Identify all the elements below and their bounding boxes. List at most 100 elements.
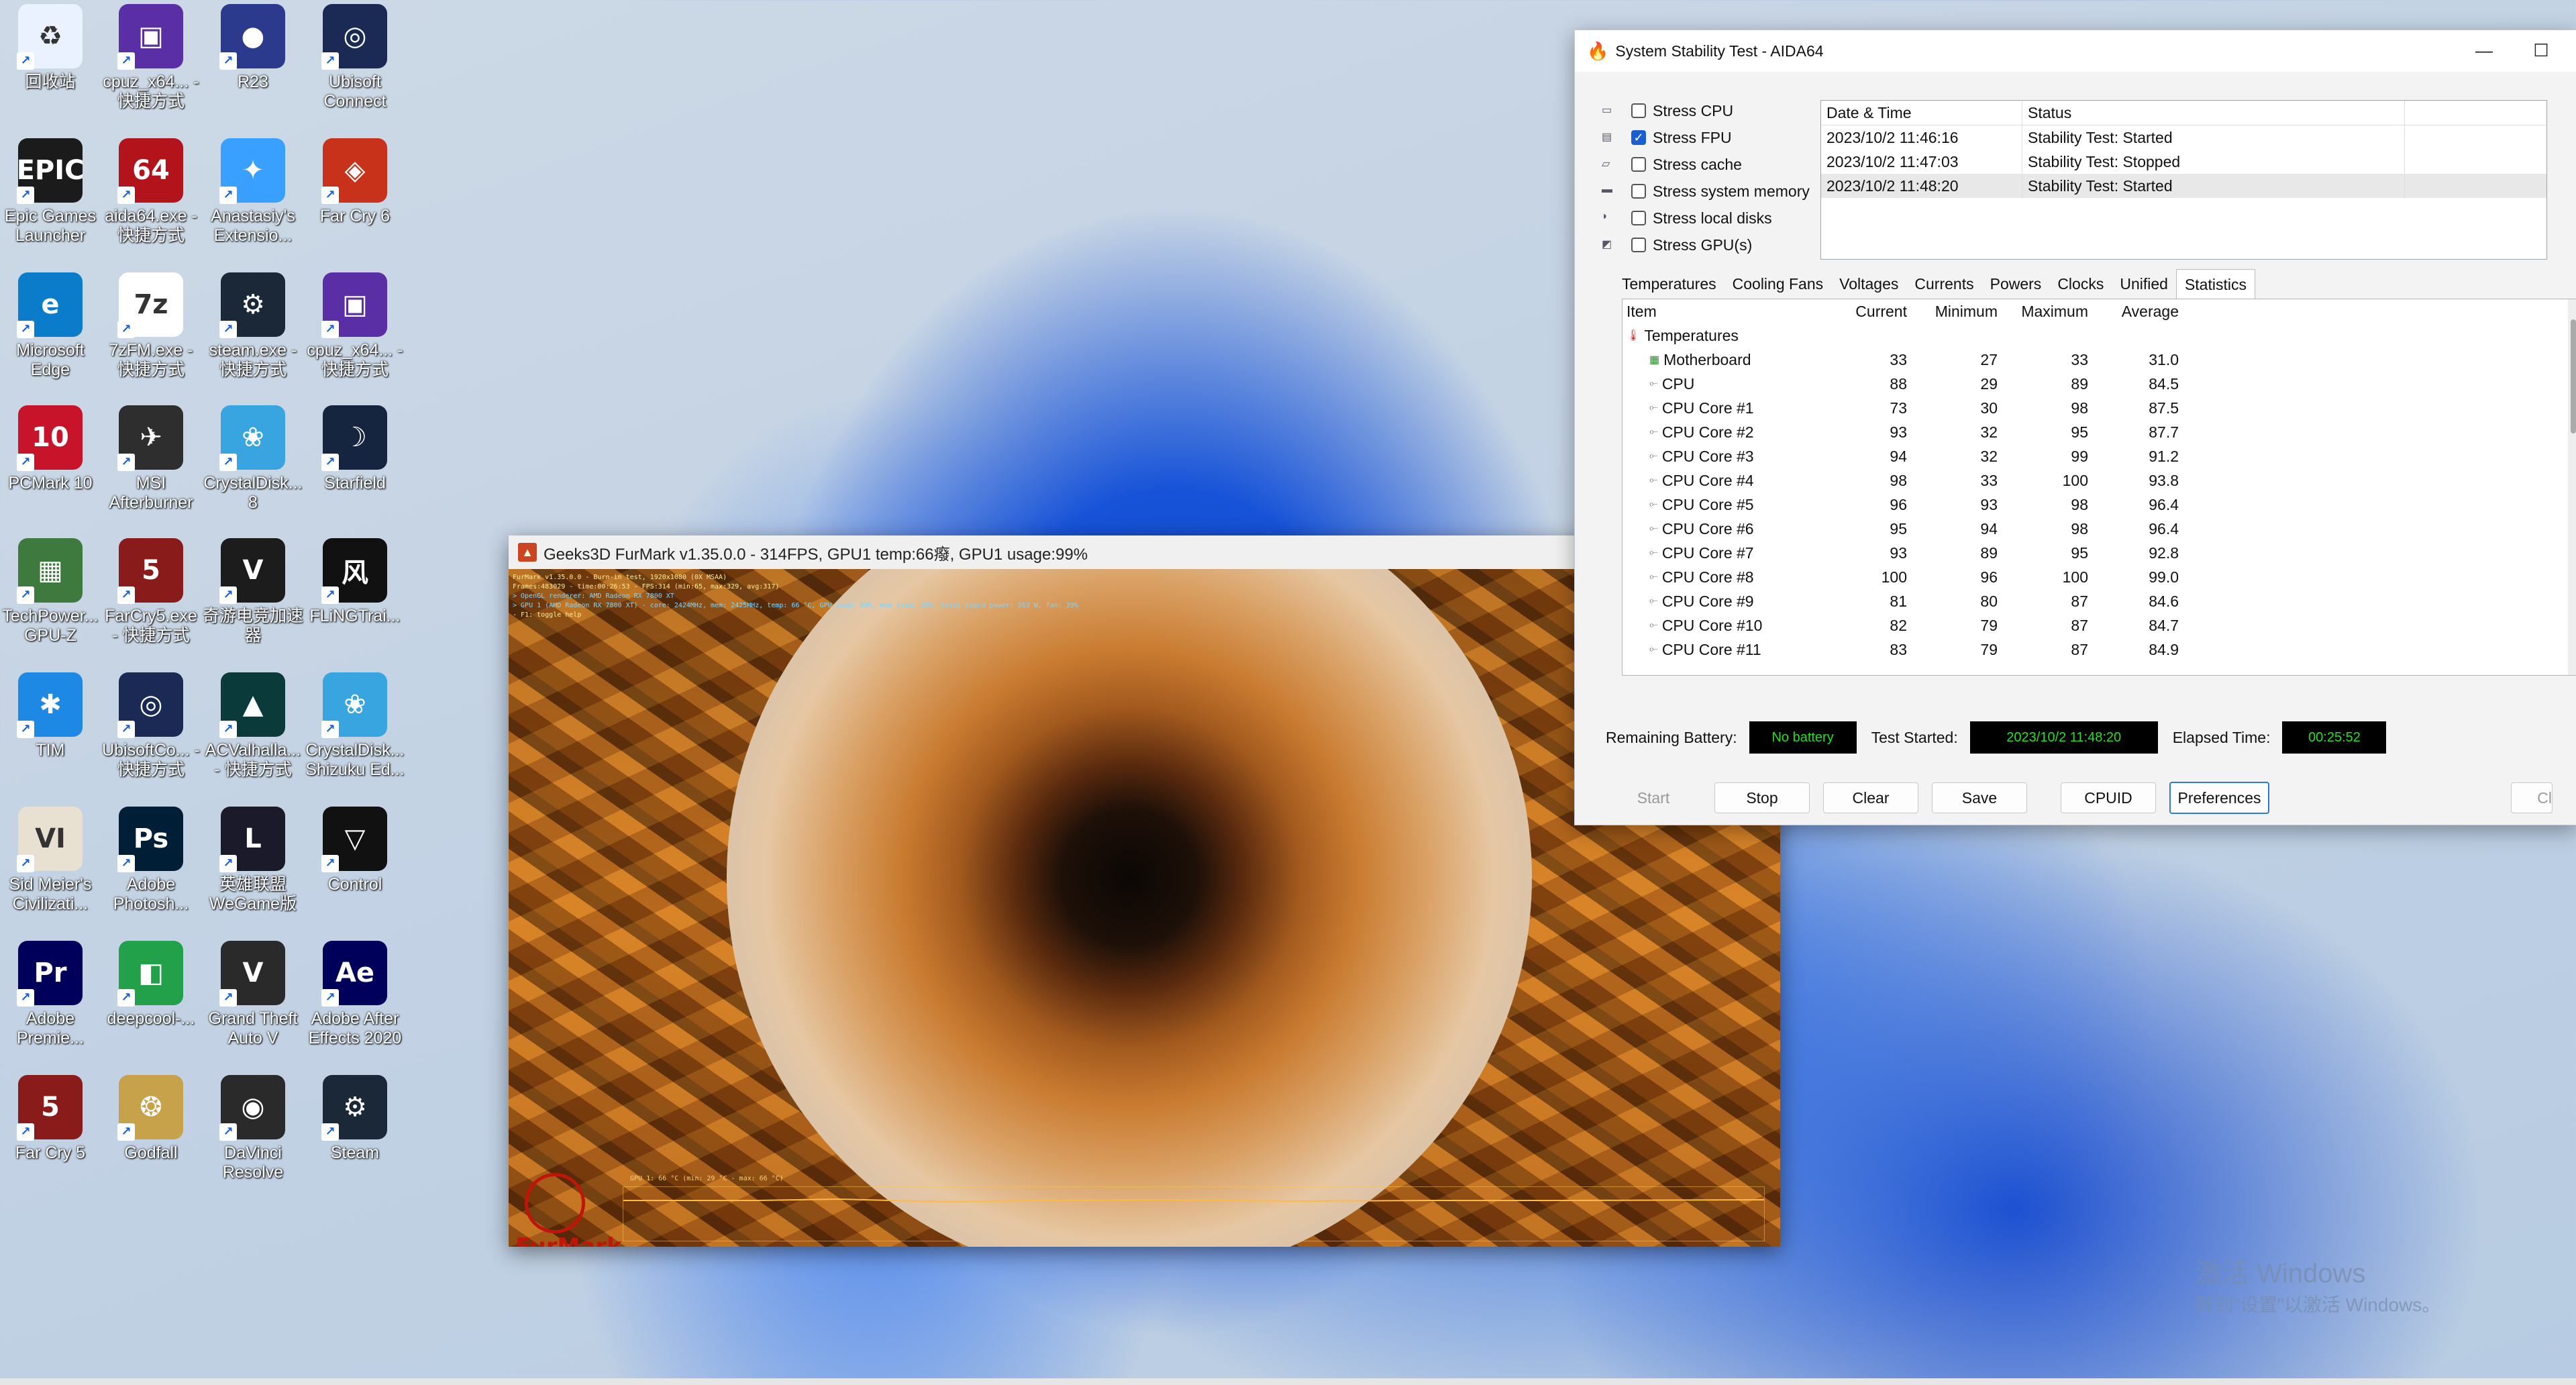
stress-memory-checkbox[interactable] <box>1631 184 1646 199</box>
clear-button[interactable]: Clear <box>1823 782 1918 813</box>
scrollbar-thumb[interactable] <box>2571 319 2576 433</box>
log-row[interactable]: 2023/10/2 11:46:16 Stability Test: Start… <box>1821 125 2546 150</box>
stat-average: 84.9 <box>2149 640 2179 658</box>
desktop-shortcut[interactable]: V ↗ Grand Theft Auto V <box>203 937 303 1064</box>
save-button[interactable]: Save <box>1932 782 2027 813</box>
preferences-button[interactable]: Preferences <box>2169 782 2269 814</box>
col-current[interactable]: Current <box>1837 303 1911 321</box>
shortcut-arrow-icon: ↗ <box>321 989 339 1007</box>
col-maximum[interactable]: Maximum <box>2002 303 2092 321</box>
log-row[interactable]: 2023/10/2 11:47:03 Stability Test: Stopp… <box>1821 150 2546 174</box>
tab-unified[interactable]: Unified <box>2112 269 2176 299</box>
desktop-shortcut[interactable]: VI ↗ Sid Meier's Civilizati... <box>0 803 101 930</box>
cpuid-button[interactable]: CPUID <box>2061 782 2156 813</box>
tab-clocks[interactable]: Clocks <box>2049 269 2112 299</box>
desktop-shortcut[interactable]: ❀ ↗ CrystalDisk... 8 <box>203 401 303 529</box>
motherboard-icon: ▦ <box>1649 354 1660 366</box>
desktop-shortcut[interactable]: ☽ ↗ Starfield <box>305 401 405 529</box>
log-header-status[interactable]: Status <box>2022 101 2405 125</box>
desktop-shortcut[interactable]: 7z ↗ 7zFM.exe - 快捷方式 <box>101 268 201 396</box>
stress-gpu-option[interactable]: ◩ Stress GPU(s) <box>1602 232 1810 258</box>
desktop-shortcut[interactable]: ✦ ↗ Anastasiy's Extensio... <box>203 134 303 262</box>
statistics-scrollbar[interactable] <box>2568 299 2576 675</box>
desktop-shortcut[interactable]: 64 ↗ aida64.exe - 快捷方式 <box>101 134 201 262</box>
stress-memory-option[interactable]: ▬ Stress system memory <box>1602 178 1810 205</box>
tab-statistics[interactable]: Statistics <box>2175 268 2255 299</box>
statistics-row[interactable]: ⟜ CPU Core #7 93 89 95 92.8 <box>1622 541 2576 565</box>
stress-cache-option[interactable]: ▱ Stress cache <box>1602 151 1810 178</box>
desktop-shortcut[interactable]: ▣ ↗ cpuz_x64... - 快捷方式 <box>305 268 405 396</box>
tab-powers[interactable]: Powers <box>1982 269 2050 299</box>
desktop-shortcut[interactable]: e ↗ Microsoft Edge <box>0 268 101 396</box>
desktop-shortcut[interactable]: ◧ ↗ deepcool-... <box>101 937 201 1064</box>
desktop-shortcut[interactable]: ✈ ↗ MSI Afterburner <box>101 401 201 529</box>
stress-cpu-checkbox[interactable] <box>1631 103 1646 118</box>
desktop-shortcut[interactable]: ▦ ↗ TechPower... GPU-Z <box>0 534 101 662</box>
desktop-shortcut[interactable]: ◎ ↗ UbisoftCo... - 快捷方式 <box>101 668 201 796</box>
stress-gpu-checkbox[interactable] <box>1631 238 1646 252</box>
group-row-temperatures[interactable]: 🌡 Temperatures <box>1622 323 2576 348</box>
desktop-shortcut[interactable]: ● ↗ R23 <box>203 0 303 127</box>
desktop-shortcut[interactable]: ▽ ↗ Control <box>305 803 405 930</box>
stress-disks-checkbox[interactable] <box>1631 211 1646 225</box>
col-average[interactable]: Average <box>2092 303 2183 321</box>
desktop-shortcut[interactable]: Ae ↗ Adobe After Effects 2020 <box>305 937 405 1064</box>
aida64-titlebar[interactable]: 🔥 System Stability Test - AIDA64 — ☐ <box>1575 30 2576 72</box>
desktop-shortcut[interactable]: ⚙ ↗ steam.exe - 快捷方式 <box>203 268 303 396</box>
aida64-stability-window[interactable]: 🔥 System Stability Test - AIDA64 — ☐ ▭ S… <box>1574 30 2576 825</box>
stress-cache-checkbox[interactable] <box>1631 157 1646 172</box>
desktop-shortcut[interactable]: 5 ↗ FarCry5.exe - 快捷方式 <box>101 534 201 662</box>
desktop-shortcut[interactable]: 5 ↗ Far Cry 5 <box>0 1071 101 1198</box>
close-button[interactable]: Cl <box>2511 782 2553 813</box>
desktop-shortcut[interactable]: ▣ ↗ cpuz_x64... - 快捷方式 <box>101 0 201 127</box>
desktop-shortcut[interactable]: L ↗ 英雄联盟WeGame版 <box>203 803 303 930</box>
statistics-row[interactable]: ⟜ CPU Core #6 95 94 98 96.4 <box>1622 517 2576 541</box>
desktop-shortcut[interactable]: EPIC ↗ Epic Games Launcher <box>0 134 101 262</box>
statistics-row[interactable]: ⟜ CPU Core #3 94 32 99 91.2 <box>1622 444 2576 468</box>
desktop-shortcut[interactable]: ◎ ↗ Ubisoft Connect <box>305 0 405 127</box>
desktop-shortcut[interactable]: ◉ ↗ DaVinci Resolve <box>203 1071 303 1198</box>
tab-cooling-fans[interactable]: Cooling Fans <box>1724 269 1832 299</box>
statistics-table[interactable]: Item Current Minimum Maximum Average 🌡 Te… <box>1622 299 2576 676</box>
start-button[interactable]: Start <box>1606 782 1701 813</box>
statistics-row[interactable]: ⟜ CPU Core #8 100 96 100 99.0 <box>1622 565 2576 589</box>
log-row[interactable]: 2023/10/2 11:48:20 Stability Test: Start… <box>1821 174 2546 198</box>
log-header-date[interactable]: Date & Time <box>1821 101 2022 125</box>
desktop-shortcut[interactable]: 风 ↗ FLiNGTrai... <box>305 534 405 662</box>
desktop-shortcut[interactable]: ♻ ↗ 回收站 <box>0 0 101 127</box>
event-log-table[interactable]: Date & Time Status 2023/10/2 11:46:16 St… <box>1820 100 2547 260</box>
statistics-row[interactable]: ⟜ CPU 88 29 89 84.5 <box>1622 372 2576 396</box>
desktop-shortcut[interactable]: ❂ ↗ Godfall <box>101 1071 201 1198</box>
desktop-shortcut[interactable]: ✱ ↗ TIM <box>0 668 101 796</box>
statistics-row[interactable]: ⟜ CPU Core #2 93 32 95 87.7 <box>1622 420 2576 444</box>
stop-button[interactable]: Stop <box>1714 782 1810 813</box>
col-item[interactable]: Item <box>1622 303 1837 321</box>
statistics-row[interactable]: ⟜ CPU Core #4 98 33 100 93.8 <box>1622 468 2576 493</box>
desktop-shortcut[interactable]: Ps ↗ Adobe Photosh... <box>101 803 201 930</box>
desktop-shortcut[interactable]: V ↗ 奇游电竞加速器 <box>203 534 303 662</box>
desktop-shortcut[interactable]: ❀ ↗ CrystalDisk... Shizuku Ed... <box>305 668 405 796</box>
desktop-shortcut[interactable]: ⚙ ↗ Steam <box>305 1071 405 1198</box>
stress-disks-option[interactable]: ◗ Stress local disks <box>1602 205 1810 232</box>
statistics-row[interactable]: ⟜ CPU Core #11 83 79 87 84.9 <box>1622 637 2576 662</box>
tab-currents[interactable]: Currents <box>1906 269 1981 299</box>
desktop-shortcut[interactable]: ◈ ↗ Far Cry 6 <box>305 134 405 262</box>
desktop-shortcut[interactable]: 10 ↗ PCMark 10 <box>0 401 101 529</box>
desktop-shortcut[interactable]: Pr ↗ Adobe Premie... <box>0 937 101 1064</box>
maximize-button[interactable]: ☐ <box>2528 37 2555 64</box>
tab-voltages[interactable]: Voltages <box>1831 269 1906 299</box>
statistics-row[interactable]: ⟜ CPU Core #10 82 79 87 84.7 <box>1622 613 2576 637</box>
stress-cpu-option[interactable]: ▭ Stress CPU <box>1602 97 1810 124</box>
desktop-shortcut[interactable]: ▲ ↗ ACValhalla... - 快捷方式 <box>203 668 303 796</box>
statistics-row[interactable]: ⟜ CPU Core #1 73 30 98 87.5 <box>1622 396 2576 420</box>
stress-fpu-checkbox[interactable]: ✓ <box>1631 130 1646 145</box>
statistics-row[interactable]: ⟜ CPU Core #5 96 93 98 96.4 <box>1622 493 2576 517</box>
col-minimum[interactable]: Minimum <box>1911 303 2002 321</box>
statistics-row[interactable]: ⟜ CPU Core #9 81 80 87 84.6 <box>1622 589 2576 613</box>
statistics-row[interactable]: ▦ Motherboard 33 27 33 31.0 <box>1622 348 2576 372</box>
stat-item-cell: ⟜ CPU Core #11 <box>1622 641 1837 659</box>
stress-fpu-option[interactable]: ▤ ✓ Stress FPU <box>1602 124 1810 151</box>
furmark-logo-text: FurMark <box>515 1233 622 1247</box>
minimize-button[interactable]: — <box>2471 37 2497 64</box>
tab-temperatures[interactable]: Temperatures <box>1614 269 1724 299</box>
